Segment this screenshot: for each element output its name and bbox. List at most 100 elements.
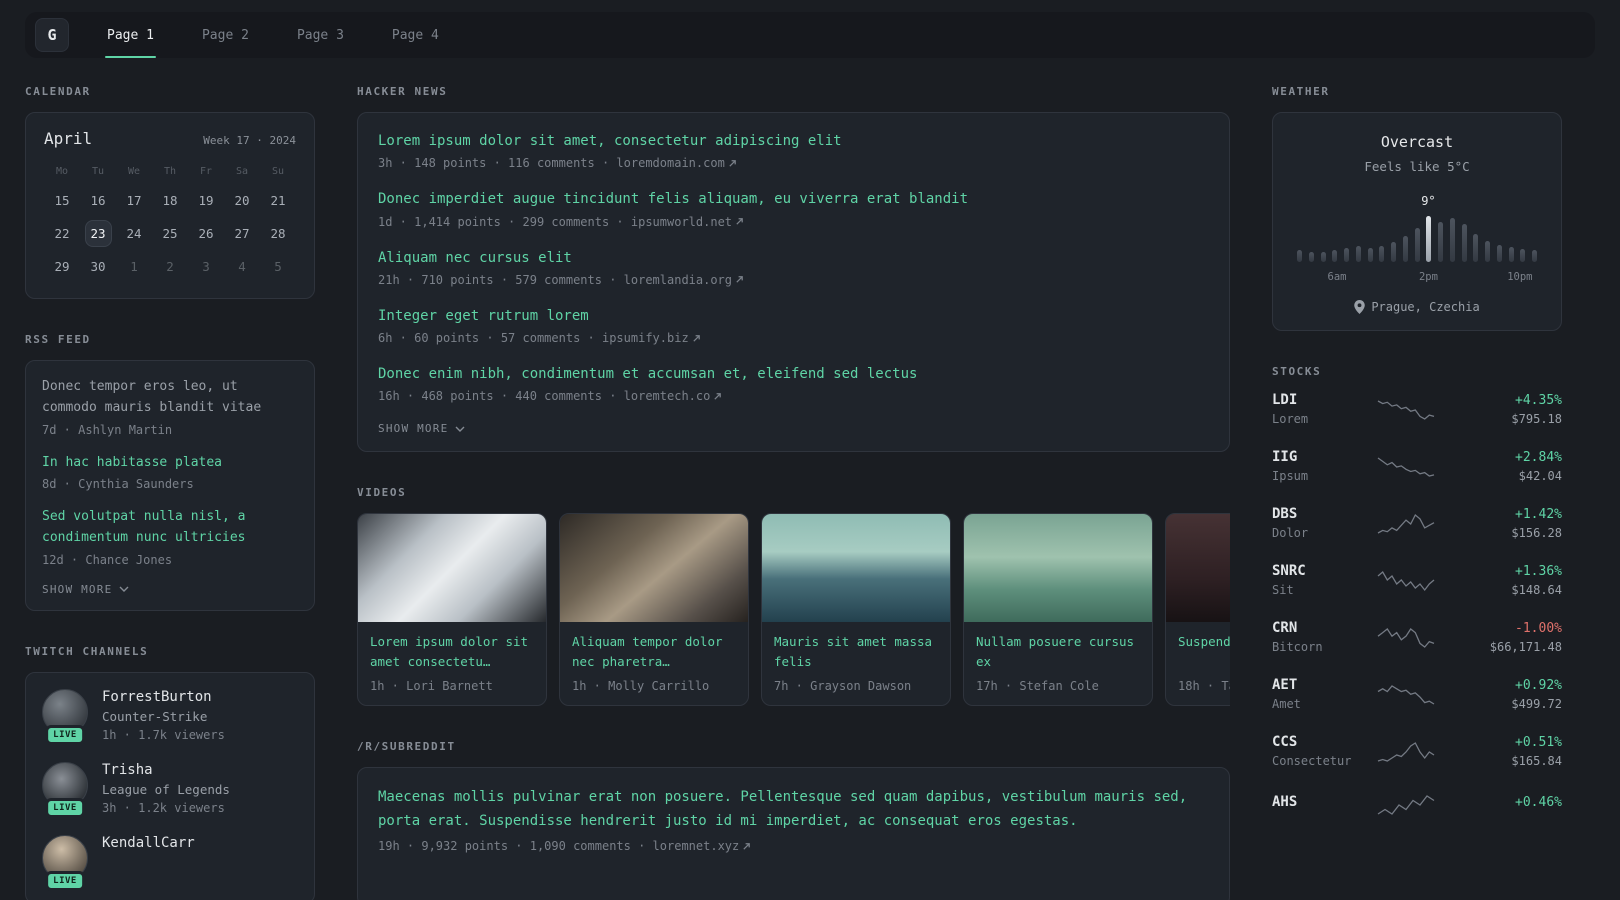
hn-show-more-button[interactable]: SHOW MORE: [378, 422, 465, 435]
hn-item-title-link[interactable]: Donec enim nibh, condimentum et accumsan…: [378, 364, 1209, 384]
video-title-link[interactable]: Suspendisse diam: [1178, 632, 1230, 672]
twitch-channel-info: ForrestBurton Counter-Strike 1h · 1.7k v…: [102, 689, 225, 742]
video-title-link[interactable]: Aliquam tempor dolor nec pharetra…: [572, 632, 736, 672]
stock-id: DBS Dolor: [1272, 506, 1366, 540]
rss-item-link[interactable]: In hac habitasse platea: [42, 453, 298, 474]
weather-time-label: 2pm: [1418, 271, 1438, 283]
rss-show-more-button[interactable]: SHOW MORE: [42, 583, 129, 596]
stock-row[interactable]: CCS Consectetur +0.51% $165.84: [1272, 734, 1562, 768]
rss-item-link[interactable]: Sed volutpat nulla nisl, a condimentum n…: [42, 507, 298, 549]
hn-source-domain: loremtech.co: [623, 389, 711, 404]
stock-row[interactable]: LDI Lorem +4.35% $795.18: [1272, 392, 1562, 426]
weather-hour-bar: [1449, 218, 1455, 262]
stock-symbol: IIG: [1272, 449, 1298, 465]
video-card: Suspendisse diam 18h · Tara: [1165, 513, 1230, 707]
tab-page-3[interactable]: Page 3: [273, 12, 368, 58]
stock-row[interactable]: SNRC Sit +1.36% $148.64: [1272, 563, 1562, 597]
stock-price: $165.84: [1511, 753, 1562, 768]
video-card: Nullam posuere cursus ex 17h · Stefan Co…: [963, 513, 1153, 707]
hn-meta-text: 1d · 1,414 points · 299 comments ·: [378, 214, 631, 229]
stock-change: -1.00%: [1515, 620, 1562, 636]
stock-row[interactable]: CRN Bitcorn -1.00% $66,171.48: [1272, 620, 1562, 654]
weather-time-label: 6am: [1327, 271, 1347, 283]
app-logo[interactable]: G: [35, 18, 69, 52]
stock-price: $148.64: [1511, 582, 1562, 597]
right-column: WEATHER Overcast Feels like 5°C 9° 6am 2p…: [1272, 85, 1562, 851]
subreddit-meta-text: 19h · 9,932 points · 1,090 comments ·: [378, 839, 653, 854]
video-thumbnail[interactable]: [1166, 514, 1230, 623]
stock-name: Ipsum: [1272, 469, 1309, 483]
rss-item-meta: 7d · Ashlyn Martin: [42, 422, 173, 437]
twitch-avatar-wrap: LIVE: [42, 761, 88, 818]
hackernews-card: Lorem ipsum dolor sit amet, consectetur …: [357, 112, 1230, 453]
weather-hour-bar: [1402, 236, 1408, 262]
twitch-channel-name[interactable]: Trisha: [102, 762, 230, 778]
video-card: Aliquam tempor dolor nec pharetra… 1h · …: [559, 513, 749, 707]
calendar-day: 5: [274, 259, 282, 274]
tab-page-1[interactable]: Page 1: [83, 12, 178, 58]
weather-card: Overcast Feels like 5°C 9° 6am 2pm 10pm Pr…: [1272, 112, 1562, 331]
show-more-label: SHOW MORE: [378, 422, 449, 436]
hn-item-title-link[interactable]: Lorem ipsum dolor sit amet, consectetur …: [378, 131, 1209, 151]
twitch-category[interactable]: League of Legends: [102, 782, 230, 797]
hn-meta-text: 16h · 468 points · 440 comments ·: [378, 389, 624, 404]
video-title-link[interactable]: Mauris sit amet massa felis: [774, 632, 938, 672]
stock-symbol: AET: [1272, 677, 1298, 693]
subreddit-source-link[interactable]: loremnet.xyz: [653, 839, 752, 853]
stock-row[interactable]: DBS Dolor +1.42% $156.28: [1272, 506, 1562, 540]
show-more-label: SHOW MORE: [42, 582, 113, 596]
hn-source-link[interactable]: loremlandia.org: [624, 273, 744, 287]
stock-symbol: CRN: [1272, 620, 1298, 636]
stock-row[interactable]: IIG Ipsum +2.84% $42.04: [1272, 449, 1562, 483]
weather-hour-bar: [1332, 250, 1338, 262]
hn-source-link[interactable]: ipsumworld.net: [631, 215, 744, 229]
video-meta: 18h · Tara: [1178, 679, 1230, 694]
hn-source-link[interactable]: ipsumify.biz: [602, 331, 701, 345]
video-thumbnail[interactable]: [964, 514, 1152, 623]
tab-page-2[interactable]: Page 2: [178, 12, 273, 58]
hn-item-meta: 21h · 710 points · 579 comments · loreml…: [378, 273, 1209, 287]
twitch-channel-row[interactable]: LIVE Trisha League of Legends 3h · 1.2k …: [42, 761, 298, 818]
twitch-channel-name[interactable]: KendallCarr: [102, 835, 195, 851]
video-thumbnail[interactable]: [358, 514, 546, 623]
stocks-widget: STOCKS LDI Lorem +4.35% $795.18 IIG Ipsu…: [1272, 365, 1562, 817]
video-thumbnail[interactable]: [762, 514, 950, 623]
hn-source-link[interactable]: loremdomain.com: [616, 156, 736, 170]
stock-sparkline: [1377, 742, 1435, 762]
tab-page-4[interactable]: Page 4: [368, 12, 463, 58]
hn-item-title-link[interactable]: Aliquam nec cursus elit: [378, 248, 1209, 268]
video-card-body: Mauris sit amet massa felis 7h · Grayson…: [762, 622, 950, 705]
stock-name: Dolor: [1272, 526, 1309, 540]
twitch-category[interactable]: Counter-Strike: [102, 709, 225, 724]
calendar-header: April Week 17 · 2024: [44, 129, 296, 148]
weather-feels-like: Feels like 5°C: [1364, 159, 1470, 174]
calendar-day: 1: [130, 259, 138, 274]
twitch-channel-name[interactable]: ForrestBurton: [102, 689, 225, 705]
hn-item-meta: 1d · 1,414 points · 299 comments · ipsum…: [378, 215, 1209, 229]
video-title-link[interactable]: Nullam posuere cursus ex: [976, 632, 1140, 672]
weather-condition: Overcast: [1380, 133, 1454, 151]
weather-hour-bar: [1297, 250, 1302, 262]
twitch-channel-row[interactable]: LIVE ForrestBurton Counter-Strike 1h · 1…: [42, 688, 298, 745]
twitch-channel-row[interactable]: LIVE KendallCarr: [42, 834, 298, 891]
video-thumbnail[interactable]: [560, 514, 748, 623]
stock-id: CRN Bitcorn: [1272, 620, 1366, 654]
stock-row[interactable]: AET Amet +0.92% $499.72: [1272, 677, 1562, 711]
video-title-link[interactable]: Lorem ipsum dolor sit amet consectetu…: [370, 632, 534, 672]
stock-row[interactable]: AHS +0.46%: [1272, 791, 1562, 817]
weather-hour-bar: [1367, 248, 1373, 262]
subreddit-post-title-link[interactable]: Maecenas mollis pulvinar erat non posuer…: [378, 786, 1209, 834]
hn-meta-text: 3h · 148 points · 116 comments ·: [378, 156, 617, 171]
weather-hour-bar: [1520, 249, 1526, 262]
hn-item-title-link[interactable]: Integer eget rutrum lorem: [378, 306, 1209, 326]
calendar-day-header: Sa: [235, 166, 249, 177]
twitch-channel-meta: 1h · 1.7k viewers: [102, 727, 225, 742]
hn-item-title-link[interactable]: Donec imperdiet augue tincidunt felis al…: [378, 189, 1209, 209]
twitch-avatar-wrap: LIVE: [42, 834, 88, 891]
hn-source-link[interactable]: loremtech.co: [624, 389, 723, 403]
video-meta: 7h · Grayson Dawson: [774, 679, 912, 694]
stock-change: +0.51%: [1515, 734, 1562, 750]
rss-item-link[interactable]: Donec tempor eros leo, ut commodo mauris…: [42, 377, 298, 419]
stock-id: CCS Consectetur: [1272, 734, 1366, 768]
calendar-day-header: Su: [271, 166, 285, 177]
